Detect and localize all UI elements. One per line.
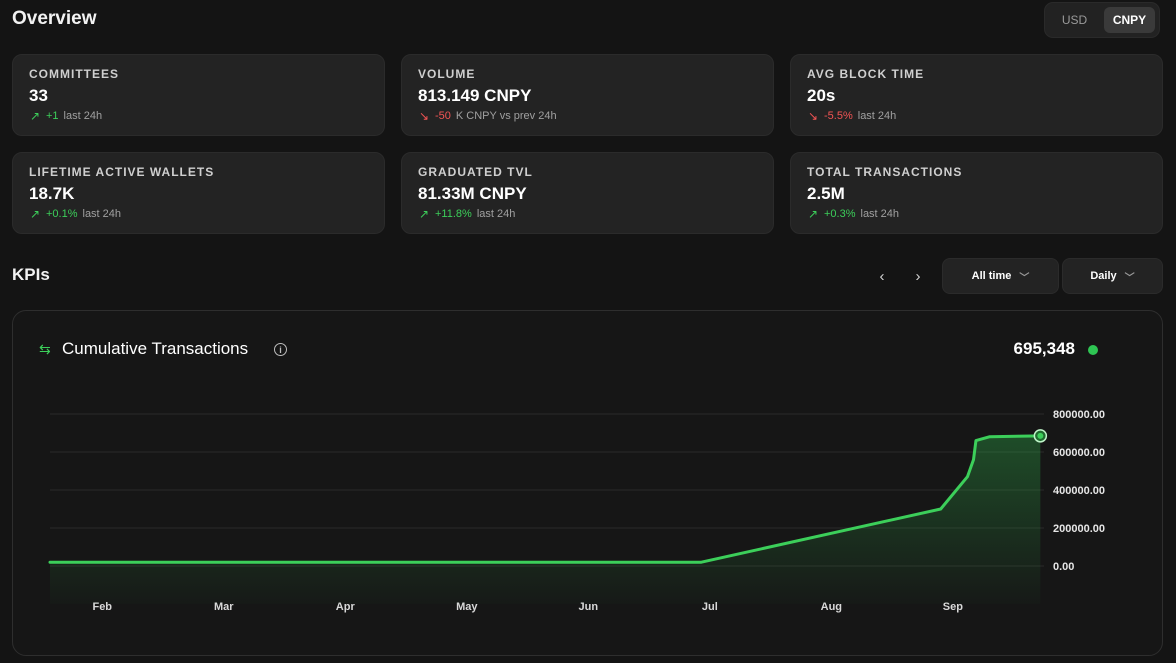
stat-value: 2.5M bbox=[807, 184, 845, 203]
stat-value: 813.149 CNPY bbox=[418, 86, 532, 105]
stat-note: last 24h bbox=[82, 208, 122, 220]
arrow-down-right-icon: ↘ bbox=[807, 109, 819, 123]
stat-note: K CNPY vs prev 24h bbox=[455, 110, 557, 122]
stat-value: 33 bbox=[29, 86, 48, 105]
stat-label: TOTAL TRANSACTIONS bbox=[807, 165, 963, 179]
stat-change: -5.5% bbox=[824, 110, 853, 122]
currency-cnpy-button[interactable]: CNPY bbox=[1104, 7, 1155, 33]
chevron-right-icon[interactable]: › bbox=[906, 264, 930, 288]
stat-card-volume: VOLUME 813.149 CNPY ↘ -50 K CNPY vs prev 2… bbox=[401, 54, 774, 136]
page-title: Overview bbox=[12, 8, 97, 29]
stat-label: AVG BLOCK TIME bbox=[807, 67, 925, 81]
stat-change: -50 bbox=[435, 110, 451, 122]
arrow-up-right-icon: ↗ bbox=[418, 207, 430, 221]
stat-note: last 24h bbox=[860, 208, 900, 220]
stat-change: +1 bbox=[46, 110, 59, 122]
stat-value: 20s bbox=[807, 86, 836, 105]
stat-label: COMMITTEES bbox=[29, 67, 119, 81]
stat-change: +0.1% bbox=[46, 208, 78, 220]
y-tick-label: 600000.00 bbox=[1053, 447, 1105, 459]
y-tick-label: 200000.00 bbox=[1053, 523, 1105, 535]
chart-plot: 800000.00 600000.00 400000.00 200000.00 0.00… bbox=[48, 409, 1105, 613]
interval-dropdown[interactable]: Daily ﹀ bbox=[1062, 258, 1163, 294]
y-tick-label: 400000.00 bbox=[1053, 485, 1105, 497]
interval-label: Daily bbox=[1090, 270, 1117, 282]
stat-note: last 24h bbox=[857, 110, 897, 122]
last-point-marker-core bbox=[1037, 432, 1044, 439]
arrow-up-right-icon: ↗ bbox=[29, 207, 41, 221]
stat-note: last 24h bbox=[476, 208, 516, 220]
stat-note: last 24h bbox=[63, 110, 103, 122]
stat-card-avg-block-time: AVG BLOCK TIME 20s ↘ -5.5% last 24h bbox=[790, 54, 1163, 136]
stat-change: +0.3% bbox=[824, 208, 856, 220]
y-tick-label: 800000.00 bbox=[1053, 409, 1105, 421]
arrow-up-right-icon: ↗ bbox=[29, 109, 41, 123]
arrow-down-right-icon: ↘ bbox=[418, 109, 430, 123]
stat-label: LIFETIME ACTIVE WALLETS bbox=[29, 165, 215, 179]
kpis-title: KPIs bbox=[12, 265, 50, 284]
arrow-up-right-icon: ↗ bbox=[807, 207, 819, 221]
stat-card-graduated-tvl: GRADUATED TVL 81.33M CNPY ↗ +11.8% last 24… bbox=[401, 152, 774, 234]
stat-label: VOLUME bbox=[418, 67, 476, 81]
stat-label: GRADUATED TVL bbox=[418, 165, 533, 179]
stat-card-lifetime-active-wallets: LIFETIME ACTIVE WALLETS 18.7K ↗ +0.1% last… bbox=[12, 152, 385, 234]
cumulative-transactions-card: ⇆ Cumulative Transactions i 695,348 8000… bbox=[12, 310, 1163, 656]
stat-card-total-transactions: TOTAL TRANSACTIONS 2.5M ↗ +0.3% last 24h bbox=[790, 152, 1163, 234]
time-range-label: All time bbox=[971, 270, 1012, 282]
chevron-down-icon: ﹀ bbox=[1124, 272, 1135, 284]
currency-toggle: USD CNPY bbox=[1044, 2, 1160, 38]
chevron-down-icon: ﹀ bbox=[1019, 272, 1030, 284]
stat-value: 18.7K bbox=[29, 184, 75, 203]
stat-change: +11.8% bbox=[435, 208, 472, 220]
y-tick-label: 0.00 bbox=[1053, 561, 1074, 573]
currency-usd-button[interactable]: USD bbox=[1049, 7, 1100, 33]
chevron-left-icon[interactable]: ‹ bbox=[870, 264, 894, 288]
time-range-dropdown[interactable]: All time ﹀ bbox=[942, 258, 1059, 294]
stat-card-committees: COMMITTEES 33 ↗ +1 last 24h bbox=[12, 54, 385, 136]
stat-value: 81.33M CNPY bbox=[418, 184, 527, 203]
